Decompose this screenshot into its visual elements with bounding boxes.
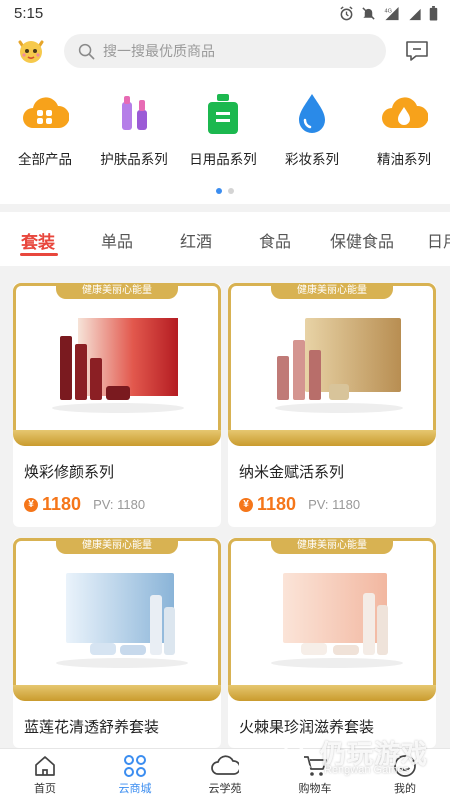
product-banner: 健康美丽心能量 (271, 283, 393, 299)
svg-text:4G: 4G (385, 8, 392, 14)
product-price: 1180 (42, 494, 82, 514)
bottle-icon (199, 90, 247, 138)
nav-label: 首页 (34, 783, 56, 795)
status-icons: 4G (339, 5, 438, 21)
nav-label: 购物车 (298, 783, 332, 795)
product-image (271, 573, 403, 668)
product-image-frame: 健康美丽心能量 (228, 538, 436, 701)
search-input[interactable]: 搜一搜最优质商品 (103, 41, 215, 61)
alarm-icon (340, 5, 353, 20)
product-banner: 健康美丽心能量 (271, 538, 393, 554)
tab-active-indicator (20, 253, 58, 256)
product-frame-base (228, 430, 436, 446)
product-pv: PV: 1180 (308, 497, 361, 512)
nav-store[interactable]: 云商城 (90, 753, 180, 796)
signal-icon (409, 8, 421, 20)
product-frame-base (13, 430, 221, 446)
product-name: 火棘果珍润滋养套装 (239, 719, 375, 736)
tab-health-food[interactable]: 保健食品 (330, 228, 394, 252)
nav-label: 我的 (394, 783, 416, 795)
search-bar[interactable]: 搜一搜最优质商品 (64, 34, 386, 68)
product-name: 蓝莲花清透舒养套装 (24, 719, 160, 736)
product-banner: 健康美丽心能量 (56, 283, 178, 299)
user-smile-icon (394, 755, 416, 777)
product-banner: 健康美丽心能量 (56, 538, 178, 554)
home-icon (35, 756, 55, 776)
header: 搜一搜最优质商品 (0, 26, 450, 76)
category-strip: 全部产品 护肤品系列 日用品系列 彩妆系列 精油系列 (0, 76, 450, 204)
product-image (52, 318, 184, 413)
store-grid-icon (124, 755, 146, 777)
currency-coin-icon: ¥ (24, 497, 38, 512)
nav-label: 云学苑 (208, 783, 242, 795)
nav-label: 云商城 (118, 783, 152, 795)
category-label: 精油系列 (377, 152, 431, 167)
water-drop-icon (288, 90, 336, 138)
product-image-frame: 健康美丽心能量 (13, 283, 221, 446)
category-label: 彩妆系列 (285, 152, 339, 167)
product-card[interactable]: 健康美丽心能量 纳米金赋活系列 ¥ 1180 PV: 1180 (228, 283, 436, 527)
product-pv: PV: 1180 (93, 497, 146, 512)
nav-home[interactable]: 首页 (0, 753, 90, 796)
product-card[interactable]: 健康美丽心能量 火棘果珍润滋养套装 (228, 538, 436, 748)
search-icon (78, 43, 95, 59)
grid-cloud-icon (21, 90, 70, 138)
cart-icon (304, 756, 327, 776)
tab-single-items[interactable]: 单品 (101, 228, 133, 252)
message-button[interactable] (404, 38, 430, 64)
product-name: 纳米金赋活系列 (239, 464, 345, 481)
category-essential-oil[interactable]: 精油系列 (364, 90, 444, 168)
status-bar: 5:15 4G (0, 0, 450, 26)
product-card[interactable]: 健康美丽心能量 焕彩修颜系列 ¥ 1180 PV: 1180 (13, 283, 221, 527)
signal-4g-icon: 4G (385, 6, 399, 20)
message-icon (406, 41, 428, 61)
product-price: 1180 (257, 494, 297, 514)
pager-dot-active[interactable] (216, 188, 222, 194)
category-label: 全部产品 (18, 152, 72, 167)
status-time: 5:15 (14, 4, 44, 22)
price-row: ¥ 1180 PV: 1180 (13, 482, 221, 515)
nav-profile[interactable]: 我的 (360, 753, 450, 796)
category-label: 护肤品系列 (100, 152, 168, 167)
tab-food[interactable]: 食品 (259, 228, 291, 252)
mascot-logo-icon (18, 40, 44, 63)
product-image-frame: 健康美丽心能量 (228, 283, 436, 446)
nav-cart[interactable]: 购物车 (270, 753, 360, 796)
product-card[interactable]: 健康美丽心能量 蓝莲花清透舒养套装 (13, 538, 221, 748)
cloud-icon (211, 755, 239, 775)
pager-dot[interactable] (228, 188, 234, 194)
currency-coin-icon: ¥ (239, 497, 253, 512)
nav-academy[interactable]: 云学苑 (180, 753, 270, 796)
product-frame-base (13, 685, 221, 701)
category-daily-goods[interactable]: 日用品系列 (183, 90, 263, 168)
category-label: 日用品系列 (189, 152, 257, 167)
bottom-navigation: 首页 云商城 云学苑 购物车 我的 (0, 748, 450, 800)
category-tabs: 套装 单品 红酒 食品 保健食品 日用 (0, 212, 450, 266)
battery-icon (429, 5, 438, 21)
carousel-pager (0, 188, 450, 194)
avatar[interactable] (14, 34, 48, 68)
category-all-products[interactable]: 全部产品 (5, 90, 85, 168)
category-skincare[interactable]: 护肤品系列 (94, 90, 174, 168)
oil-drop-cloud-icon (380, 90, 429, 138)
tab-red-wine[interactable]: 红酒 (180, 228, 212, 252)
mute-icon (362, 6, 375, 20)
product-image (56, 573, 188, 668)
tab-sets[interactable]: 套装 (21, 228, 55, 253)
product-image (275, 318, 403, 413)
lipstick-icon (110, 90, 158, 138)
category-makeup[interactable]: 彩妆系列 (272, 90, 352, 168)
product-image-frame: 健康美丽心能量 (13, 538, 221, 701)
tab-daily-use[interactable]: 日用 (427, 228, 450, 252)
price-row: ¥ 1180 PV: 1180 (228, 482, 436, 515)
product-name: 焕彩修颜系列 (24, 464, 115, 481)
product-frame-base (228, 685, 436, 701)
